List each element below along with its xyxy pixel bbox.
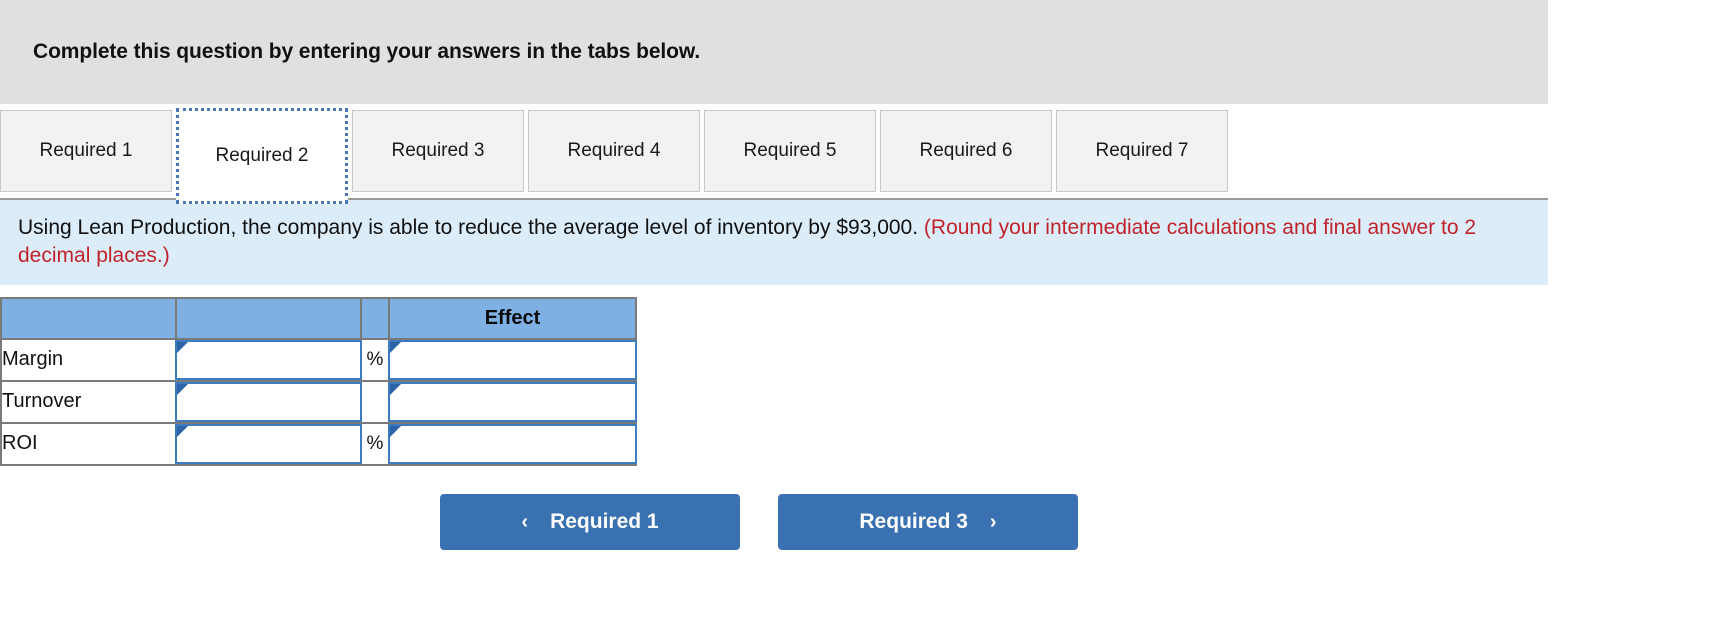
question-banner: Complete this question by entering your … [0,0,1548,104]
table-header-cell-blank-1 [0,296,177,340]
tab-required-7[interactable]: Required 7 [1056,110,1228,192]
table-header-label-effect: Effect [484,306,541,329]
previous-required-label: Required 1 [550,509,659,533]
next-required-label: Required 3 [859,509,968,533]
row-label: Margin [2,348,64,371]
answer-table: Effect Margin% Turnover ROI% [0,296,637,466]
tab-list: Required 1 Required 2 Required 3 Required 4… [0,108,1232,204]
tab-label: Required 6 [919,140,1013,161]
value-field[interactable] [175,339,362,380]
value-cell [175,337,362,382]
value-field[interactable] [175,423,362,464]
tab-label: Required 2 [215,145,309,166]
effect-cell [388,379,637,424]
instruction-panel: Using Lean Production, the company is ab… [0,200,1548,285]
previous-required-button[interactable]: ‹ Required 1 [440,493,740,550]
tab-label: Required 4 [567,140,661,161]
tab-required-1[interactable]: Required 1 [0,110,172,192]
table-header-row: Effect [0,296,637,340]
unit-cell [360,379,390,424]
row-label: Turnover [2,390,82,413]
row-label-cell: Turnover [0,379,177,424]
answer-table-body: Margin% Turnover ROI% [0,337,637,466]
tab-label: Required 7 [1095,140,1189,161]
table-header-cell-blank-3 [360,296,390,340]
effect-cell [388,421,637,466]
effect-cell [388,337,637,382]
instruction-main-text: Using Lean Production, the company is ab… [18,216,924,239]
value-cell [175,379,362,424]
value-input[interactable] [177,341,360,378]
unit-label: % [366,348,384,370]
row-label: ROI [2,432,38,455]
unit-cell: % [360,337,390,382]
table-row: Margin% [0,337,637,382]
tab-required-3[interactable]: Required 3 [352,110,524,192]
value-input[interactable] [177,383,360,420]
effect-field[interactable] [388,339,637,380]
tab-required-2[interactable]: Required 2 [176,108,348,204]
tab-required-4[interactable]: Required 4 [528,110,700,192]
tab-navigation-bar: ‹ Required 1 Required 3 › [0,466,1722,550]
row-label-cell: ROI [0,421,177,466]
next-required-button[interactable]: Required 3 › [778,493,1078,550]
row-label-cell: Margin [0,337,177,382]
tab-label: Required 5 [743,140,837,161]
effect-input[interactable] [390,383,635,420]
table-header-cell-blank-2 [175,296,362,340]
unit-cell: % [360,421,390,466]
effect-input[interactable] [390,341,635,378]
chevron-left-icon: ‹ [521,510,529,533]
table-row: Turnover [0,379,637,424]
value-input[interactable] [177,425,360,462]
tab-required-5[interactable]: Required 5 [704,110,876,192]
tab-strip: Required 1 Required 2 Required 3 Required 4… [0,104,1548,204]
effect-field[interactable] [388,381,637,422]
effect-input[interactable] [390,425,635,462]
unit-label: % [366,432,384,454]
tab-label: Required 1 [39,140,133,161]
tab-label: Required 3 [391,140,485,161]
table-header-cell-effect: Effect [388,296,637,340]
value-field[interactable] [175,381,362,422]
chevron-right-icon: › [989,510,997,533]
answer-table-zone: Effect Margin% Turnover ROI% [0,285,1722,466]
value-cell [175,421,362,466]
tab-required-6[interactable]: Required 6 [880,110,1052,192]
banner-text: Complete this question by entering your … [33,40,701,63]
effect-field[interactable] [388,423,637,464]
table-row: ROI% [0,421,637,466]
